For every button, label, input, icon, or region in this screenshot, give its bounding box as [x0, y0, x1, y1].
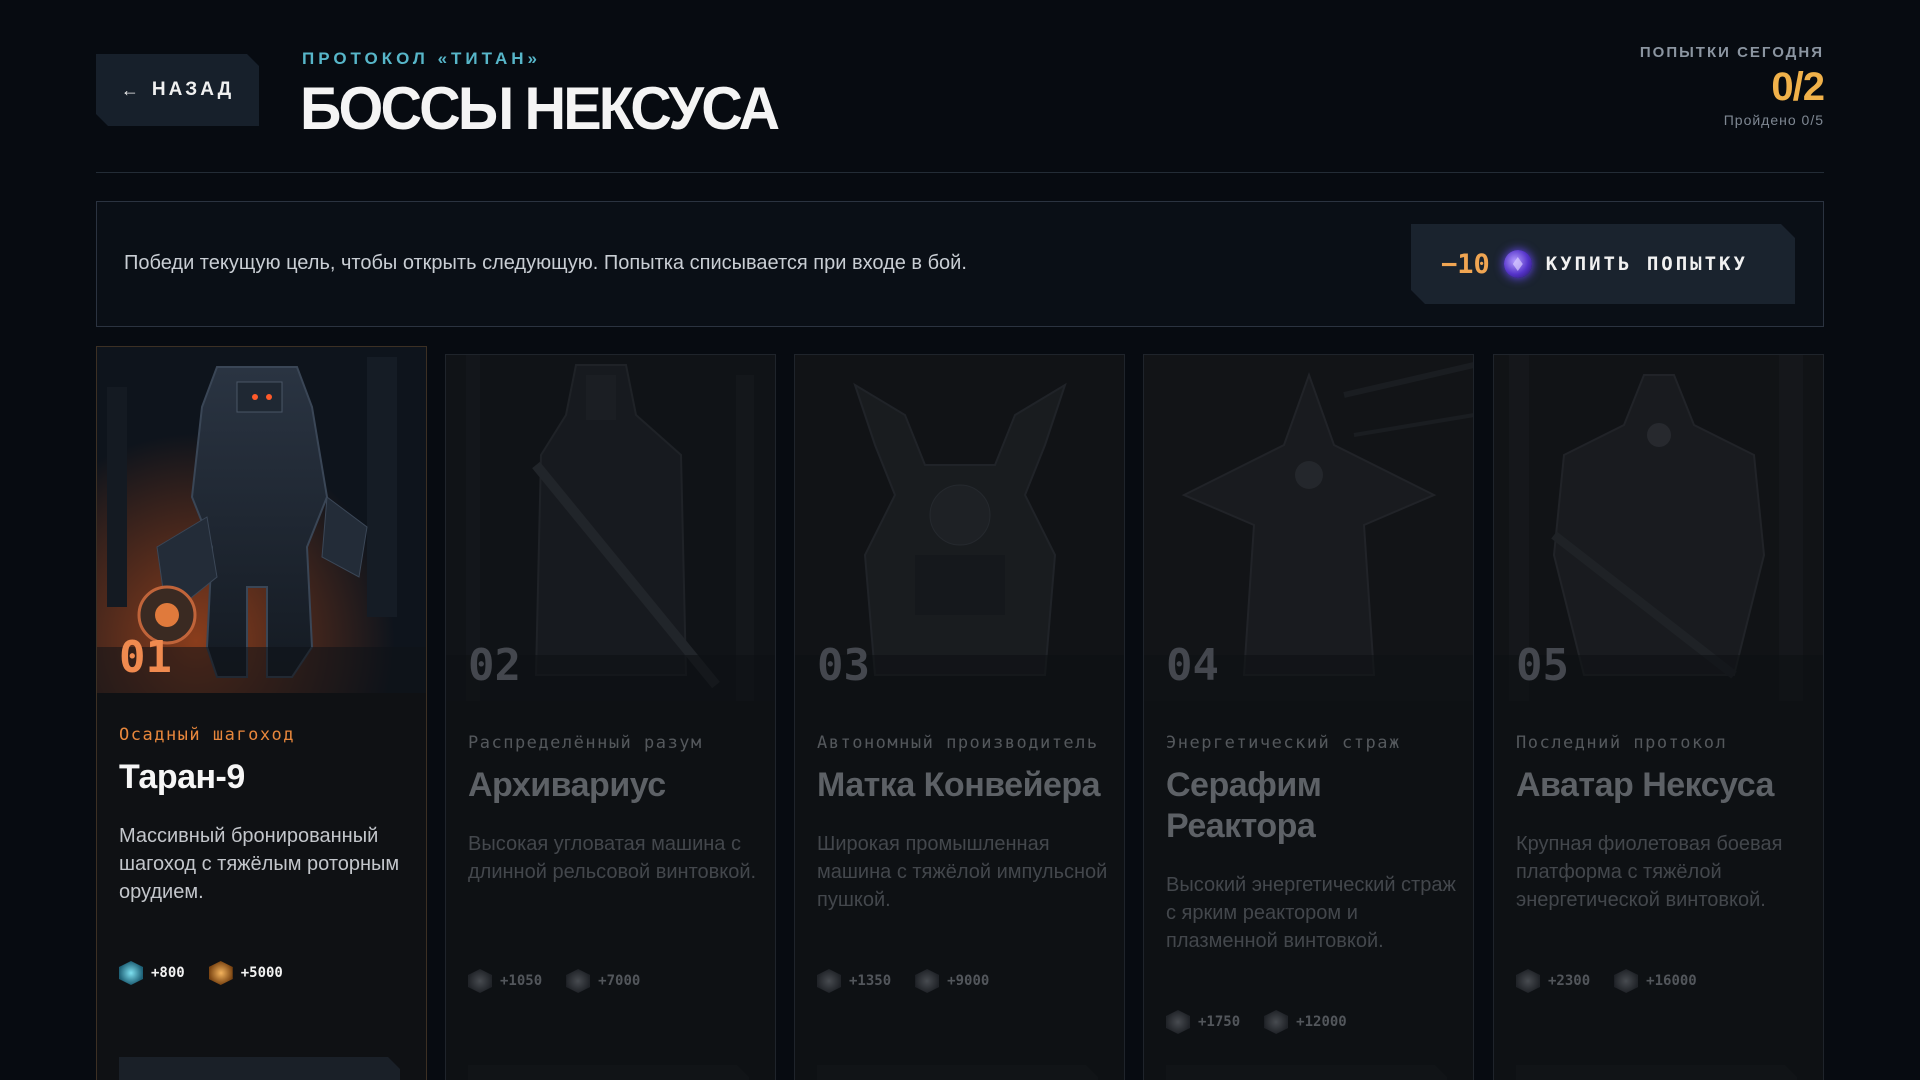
info-text: Победи текущую цель, чтобы открыть следу… — [124, 252, 967, 274]
boss-name: Аватар Нексуса — [1516, 766, 1774, 804]
boss-rewards: +1750 +12000 — [1166, 1010, 1361, 1034]
boss-number: 01 — [119, 632, 172, 683]
coin-reward: +7000 — [598, 973, 641, 989]
coin-icon — [566, 969, 591, 993]
boss-rewards: +1050 +7000 — [468, 969, 654, 993]
boss-rewards: +800 +5000 — [119, 961, 297, 985]
boss-card[interactable]: 02 Распределённый разум Архивариус Высок… — [445, 354, 776, 1080]
coin-icon — [1614, 969, 1639, 993]
coin-reward: +12000 — [1296, 1014, 1347, 1030]
boss-card[interactable]: 03 Автономный производитель Матка Конвей… — [794, 354, 1125, 1080]
coin-reward: +16000 — [1646, 973, 1697, 989]
boss-description: Высокий энергетический страж с ярким реа… — [1166, 874, 1456, 952]
coin-icon — [915, 969, 940, 993]
boss-card[interactable]: 04 Энергетический страж Серафим Реактора… — [1143, 354, 1474, 1080]
xp-icon — [817, 969, 841, 993]
boss-description: Крупная фиолетовая боевая платформа с тя… — [1516, 833, 1783, 911]
fight-button[interactable] — [1516, 1065, 1797, 1080]
boss-description: Высокая угловатая машина с длинной рельс… — [468, 833, 757, 883]
boss-number: 03 — [817, 640, 870, 691]
xp-reward: +1750 — [1198, 1014, 1241, 1030]
fight-button[interactable] — [817, 1065, 1098, 1080]
boss-card[interactable]: 01 Осадный шагоход Таран-9 Массивный бро… — [96, 346, 427, 1080]
xp-reward: +800 — [151, 965, 185, 981]
back-button[interactable]: ← НАЗАД — [96, 54, 259, 126]
xp-reward: +2300 — [1548, 973, 1591, 989]
buy-cost: −10 — [1441, 248, 1490, 280]
attempts-label: ПОПЫТКИ СЕГОДНЯ — [1639, 44, 1824, 61]
page-title: БОССЫ НЕКСУСА — [300, 75, 780, 142]
buy-attempt-label: КУПИТЬ ПОПЫТКУ — [1545, 253, 1748, 275]
fight-button[interactable] — [119, 1057, 400, 1080]
boss-rewards: +2300 +16000 — [1516, 969, 1711, 993]
fight-button[interactable] — [468, 1065, 749, 1080]
xp-icon — [468, 969, 492, 993]
xp-icon — [1166, 1010, 1190, 1034]
xp-reward: +1050 — [500, 973, 543, 989]
boss-number: 02 — [468, 640, 521, 691]
boss-class: Распределённый разум — [468, 733, 703, 753]
boss-number: 04 — [1166, 640, 1219, 691]
boss-name: Таран-9 — [119, 758, 245, 796]
boss-cards: 01 Осадный шагоход Таран-9 Массивный бро… — [96, 346, 1824, 1080]
boss-description: Широкая промышленная машина с тяжёлой им… — [817, 833, 1108, 911]
boss-name: Серафим Реактора — [1166, 766, 1322, 845]
info-bar: Победи текущую цель, чтобы открыть следу… — [96, 201, 1824, 327]
boss-class: Последний протокол — [1516, 733, 1728, 753]
gem-icon — [1504, 250, 1532, 278]
back-button-label: НАЗАД — [151, 79, 235, 100]
fight-button[interactable] — [1166, 1065, 1447, 1080]
coin-icon — [208, 961, 233, 985]
xp-icon — [1516, 969, 1540, 993]
boss-name: Матка Конвейера — [817, 766, 1101, 804]
coin-reward: +5000 — [240, 965, 283, 981]
boss-class: Осадный шагоход — [119, 725, 296, 745]
coin-icon — [1264, 1010, 1289, 1034]
boss-description: Массивный бронированный шагоход с тяжёлы… — [119, 825, 400, 903]
boss-number: 05 — [1516, 640, 1569, 691]
arrow-left-icon: ← — [120, 79, 142, 100]
boss-class: Автономный производитель — [817, 733, 1099, 753]
header-divider — [96, 172, 1824, 173]
boss-name: Архивариус — [468, 766, 666, 804]
boss-rewards: +1350 +9000 — [817, 969, 1003, 993]
coin-reward: +9000 — [947, 973, 990, 989]
attempts-panel: ПОПЫТКИ СЕГОДНЯ 0/2 Пройдено 0/5 — [1639, 44, 1825, 128]
boss-card[interactable]: 05 Последний протокол Аватар Нексуса Кру… — [1493, 354, 1824, 1080]
attempts-value: 0/2 — [1771, 65, 1825, 109]
xp-icon — [119, 961, 143, 985]
boss-class: Энергетический страж — [1166, 733, 1401, 753]
buy-attempt-button[interactable]: −10 КУПИТЬ ПОПЫТКУ — [1411, 224, 1795, 304]
xp-reward: +1350 — [849, 973, 892, 989]
page-overline: ПРОТОКОЛ «ТИТАН» — [302, 49, 541, 68]
progress-text: Пройдено 0/5 — [1723, 112, 1824, 128]
